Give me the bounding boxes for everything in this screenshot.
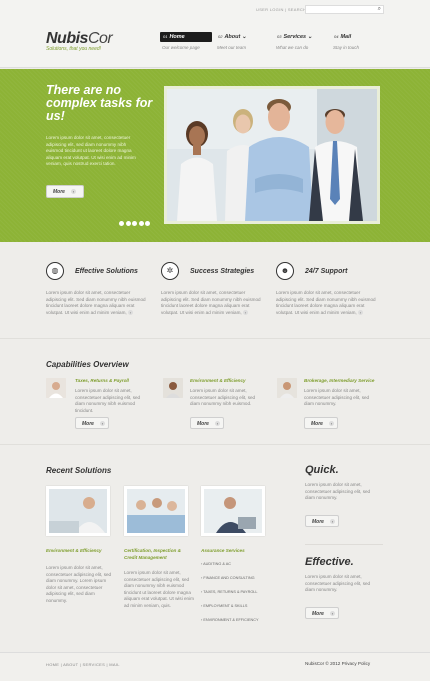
footer-links[interactable]: HOME | ABOUT | SERVICES | MAIL bbox=[46, 662, 120, 667]
recent-title: Recent Solutions bbox=[46, 466, 112, 475]
slide-dot[interactable] bbox=[125, 221, 131, 226]
sidebar-divider bbox=[305, 544, 383, 545]
arrow-right-icon: › bbox=[328, 421, 334, 426]
capability-head[interactable]: Brokerage, Intermediary Service bbox=[304, 378, 374, 383]
sidebar-text: Lorem ipsum dolor sit amet, consectetuer… bbox=[305, 482, 371, 501]
nav-mail-sub: Stay in touch bbox=[333, 45, 360, 50]
nav-about[interactable]: 02 About ⌄ Meet our team bbox=[215, 32, 267, 50]
footer-copyright: NubisCor © 2012 Privacy Policy bbox=[305, 661, 371, 666]
recent-photo bbox=[124, 486, 188, 536]
recent-photo bbox=[201, 486, 265, 536]
arrow-right-icon: › bbox=[214, 421, 220, 426]
users-icon: ☻ bbox=[276, 262, 294, 280]
capability-text: Lorem ipsum dolor sit amet, consectetuer… bbox=[75, 388, 141, 413]
sidebar-title: Effective. bbox=[305, 556, 354, 568]
nav-home[interactable]: 01 Home Our welcome page bbox=[160, 32, 212, 50]
hero-more-button[interactable]: More › bbox=[46, 185, 84, 198]
capability-thumb bbox=[46, 378, 66, 398]
nav-mail[interactable]: 04 Mail Stay in touch bbox=[331, 32, 383, 50]
top-links[interactable]: USER LOGIN | SEARCH bbox=[256, 7, 306, 12]
service-link[interactable]: › AUDITING & AC bbox=[201, 562, 231, 566]
search-input[interactable]: ⌕ bbox=[305, 5, 384, 14]
section-divider bbox=[0, 338, 430, 339]
capability-text: Lorem ipsum dolor sit amet, consectetuer… bbox=[190, 388, 256, 407]
nav-home-sub: Our welcome page bbox=[162, 45, 200, 50]
arrow-right-icon: › bbox=[329, 611, 335, 616]
sidebar-text: Lorem ipsum dolor sit amet, consectetuer… bbox=[305, 574, 371, 593]
chevron-down-icon: ⌄ bbox=[307, 34, 313, 40]
site-footer: HOME | ABOUT | SERVICES | MAIL NubisCor … bbox=[0, 652, 430, 681]
capability-head[interactable]: Taxes, Returns & Payroll bbox=[75, 378, 129, 383]
capability-thumb bbox=[277, 378, 297, 398]
arrow-right-icon[interactable]: › bbox=[242, 310, 248, 316]
nav-services-sub: What we can do bbox=[276, 45, 309, 50]
arrow-right-icon: › bbox=[329, 519, 335, 524]
globe-icon: ◍ bbox=[46, 262, 64, 280]
capability-more-button[interactable]: More › bbox=[75, 417, 109, 429]
feature-title: Success Strategies bbox=[190, 268, 255, 275]
feature-text: Lorem ipsum dolor sit amet, consectetuer… bbox=[276, 290, 376, 316]
recent-head[interactable]: Assurance Services bbox=[201, 548, 271, 555]
recent-text: Lorem ipsum dolor sit amet, consectetuer… bbox=[124, 570, 194, 608]
arrow-right-icon[interactable]: › bbox=[357, 310, 363, 316]
service-link[interactable]: › TAXES, RETURNS & PAYROLL bbox=[201, 590, 258, 594]
slide-dot[interactable] bbox=[145, 221, 150, 226]
service-link[interactable]: › ENVIRONMENT & EFFICIENCY bbox=[201, 618, 259, 622]
arrow-right-icon: › bbox=[99, 421, 105, 426]
feature-title: Effective Solutions bbox=[75, 268, 138, 275]
slide-dot[interactable] bbox=[119, 221, 124, 226]
hero-title: There are no complex tasks for us! bbox=[46, 83, 153, 123]
service-link[interactable]: › FINANCE AND CONSULTING bbox=[201, 576, 255, 580]
site-tagline: Solutions, that you need! bbox=[46, 46, 102, 52]
recent-head[interactable]: Environment & Efficiency bbox=[46, 548, 116, 555]
capability-more-button[interactable]: More › bbox=[304, 417, 338, 429]
capability-more-button[interactable]: More › bbox=[190, 417, 224, 429]
sidebar-more-button[interactable]: More › bbox=[305, 515, 339, 527]
capability-text: Lorem ipsum dolor sit amet, consectetuer… bbox=[304, 388, 370, 407]
arrow-right-icon[interactable]: › bbox=[127, 310, 133, 316]
section-divider bbox=[0, 444, 430, 445]
feature-title: 24/7 Support bbox=[305, 268, 348, 275]
arrow-right-icon: › bbox=[70, 189, 76, 194]
site-header: NubisCor Solutions, that you need! USER … bbox=[0, 0, 430, 68]
recent-photo bbox=[46, 486, 110, 536]
slide-dot[interactable] bbox=[138, 221, 144, 226]
search-icon[interactable]: ⌕ bbox=[378, 6, 381, 13]
capabilities-title: Capabilities Overview bbox=[46, 360, 129, 369]
recent-text: Lorem ipsum dolor sit amet, consectetuer… bbox=[46, 565, 112, 603]
slider-dots[interactable] bbox=[119, 221, 152, 228]
service-link[interactable]: › EMPLOYMENT & SKILLS bbox=[201, 604, 247, 608]
hero-photo bbox=[164, 86, 380, 224]
feature-text: Lorem ipsum dolor sit amet, consectetuer… bbox=[161, 290, 261, 316]
feature-text: Lorem ipsum dolor sit amet, consectetuer… bbox=[46, 290, 146, 316]
capability-thumb bbox=[163, 378, 183, 398]
sidebar-title: Quick. bbox=[305, 464, 339, 476]
chevron-down-icon: ⌄ bbox=[241, 34, 247, 40]
nav-services[interactable]: 03 Services ⌄ What we can do bbox=[274, 32, 326, 50]
gear-icon: ✲ bbox=[161, 262, 179, 280]
nav-about-sub: Meet our team bbox=[217, 45, 247, 50]
capability-head[interactable]: Environment & Efficiency bbox=[190, 378, 246, 383]
hero-text: Lorem ipsum dolor sit amet, consectetuer… bbox=[46, 135, 136, 167]
sidebar-more-button[interactable]: More › bbox=[305, 607, 339, 619]
slide-dot[interactable] bbox=[132, 221, 137, 226]
recent-head[interactable]: Certification, Inspection & Credit Manag… bbox=[124, 548, 194, 561]
